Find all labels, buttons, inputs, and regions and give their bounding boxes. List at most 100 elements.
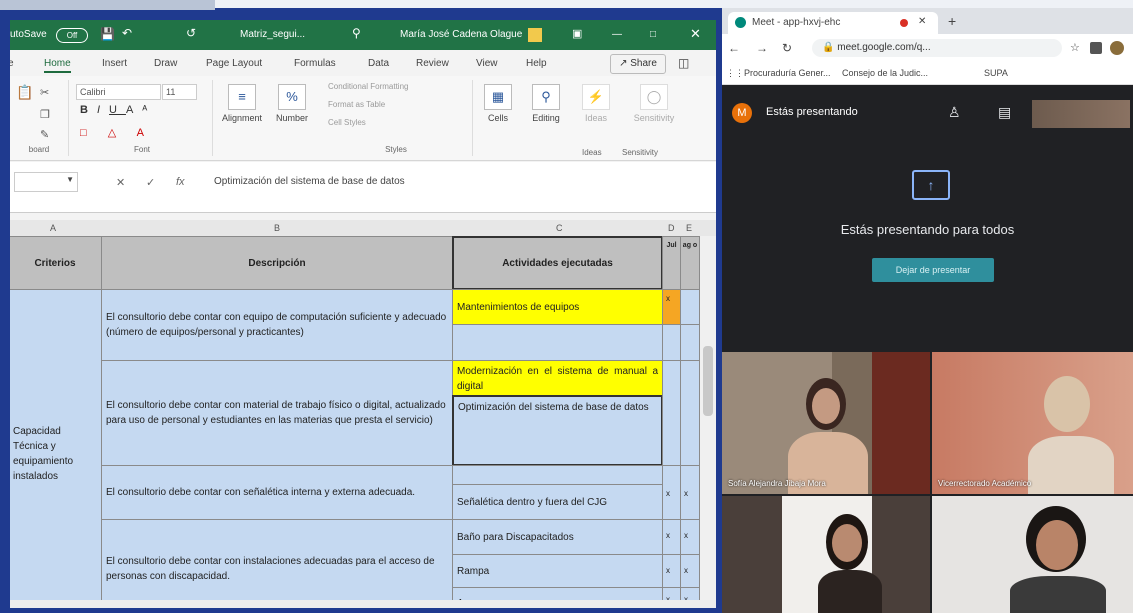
cell-row-1b-jul[interactable] [662, 324, 681, 361]
descripcion-row-2[interactable]: El consultorio debe contar con material … [101, 360, 453, 466]
font-name-select[interactable]: Calibri [76, 84, 161, 100]
reload-icon[interactable]: ↻ [782, 41, 792, 55]
conditional-formatting-button[interactable]: Conditional Formatting [328, 82, 408, 91]
participant-tile-1[interactable]: Sofía Alejandra Jibaja Mora [722, 352, 930, 494]
url-input[interactable]: 🔒 meet.google.com/q... [812, 39, 1062, 57]
format-painter-icon[interactable]: ✎ [40, 128, 49, 141]
actividad-row-4-1[interactable]: Baño para Discapacitados [452, 519, 663, 555]
col-header-d[interactable]: D [668, 223, 675, 233]
font-color-button[interactable]: □ △ A [80, 126, 153, 139]
col-header-c[interactable]: C [556, 223, 563, 233]
format-as-table-button[interactable]: Format as Table [328, 100, 385, 109]
autosave-toggle[interactable]: Off [56, 28, 88, 43]
profile-avatar[interactable] [1110, 41, 1124, 55]
actividad-row-2-1[interactable]: Modernización en el sistema de manual a … [452, 360, 663, 396]
cancel-icon[interactable]: ✕ [116, 176, 125, 189]
mark-row-1-ago[interactable] [680, 289, 700, 325]
descripcion-row-1[interactable]: El consultorio debe contar con equipo de… [101, 289, 453, 361]
mark-row-3-jul[interactable]: x [662, 465, 681, 520]
actividad-row-1-1[interactable]: Mantenimientos de equipos [452, 289, 663, 325]
close-icon[interactable]: ✕ [690, 26, 701, 42]
tab-close-icon[interactable]: ✕ [918, 16, 926, 27]
cell-styles-button[interactable]: Cell Styles [328, 118, 366, 127]
comments-icon[interactable]: ◫ [678, 56, 689, 70]
bookmark-3[interactable]: SUPA [984, 68, 1008, 78]
tab-file[interactable]: e [10, 58, 14, 69]
maximize-icon[interactable]: □ [650, 29, 656, 40]
col-header-a[interactable]: A [50, 223, 56, 233]
bookmark-2[interactable]: Consejo de la Judic... [842, 68, 928, 78]
share-button[interactable]: ↗ Share [610, 54, 666, 74]
mark-row-3-ago[interactable]: x [680, 465, 700, 520]
copy-icon[interactable]: ❐ [40, 108, 50, 121]
scroll-thumb[interactable] [703, 346, 713, 416]
cells-button[interactable]: ▦ Cells [480, 84, 516, 123]
header-jul[interactable]: Jul [662, 236, 681, 290]
col-header-e[interactable]: E [686, 223, 692, 233]
user-avatar[interactable] [528, 28, 542, 42]
star-icon[interactable]: ☆ [1070, 41, 1080, 54]
paste-icon[interactable]: 📋 [16, 84, 33, 101]
font-size-select[interactable]: 11 [162, 84, 197, 100]
chat-icon[interactable]: ▤ [998, 104, 1011, 121]
enter-icon[interactable]: ✓ [146, 176, 155, 189]
tab-help[interactable]: Help [526, 58, 547, 69]
tab-view[interactable]: View [476, 58, 498, 69]
tab-data[interactable]: Data [368, 58, 389, 69]
tab-formulas[interactable]: Formulas [294, 58, 336, 69]
participant-tile-2[interactable]: Vicerrectorado Académico [932, 352, 1133, 494]
actividad-row-2-2[interactable]: Optimización del sistema de base de dato… [452, 395, 663, 466]
browser-tab-meet[interactable]: Meet - app-hxvj-ehc ✕ [728, 12, 938, 34]
mark-row-4-1-ago[interactable]: x [680, 519, 700, 555]
vertical-scrollbar[interactable] [700, 236, 716, 608]
participant-tile-3[interactable] [722, 496, 930, 613]
format-buttons[interactable]: BIUAᴬ [80, 104, 156, 116]
editing-button[interactable]: ⚲ Editing [524, 84, 568, 123]
forward-icon[interactable]: → [756, 41, 768, 55]
participant-tile-4[interactable] [932, 496, 1133, 613]
col-header-b[interactable]: B [274, 223, 280, 233]
mark-row-4-1-jul[interactable]: x [662, 519, 681, 555]
actividad-row-1-empty[interactable] [452, 324, 663, 361]
tab-insert[interactable]: Insert [102, 58, 127, 69]
header-actividades[interactable]: Actividades ejecutadas [452, 236, 663, 290]
cell-row-1b-ago[interactable] [680, 324, 700, 361]
extension-icon[interactable] [1090, 42, 1102, 54]
mark-row-4-2-ago[interactable]: x [680, 554, 700, 588]
bookmark-1[interactable]: Procuraduría Gener... [744, 68, 831, 78]
tab-draw[interactable]: Draw [154, 58, 177, 69]
sensitivity-button[interactable]: ◯ Sensitivity [626, 84, 682, 123]
formula-input[interactable]: Optimización del sistema de base de dato… [214, 176, 405, 187]
ideas-button[interactable]: ⚡ Ideas [580, 84, 612, 123]
mark-row-4-2-jul[interactable]: x [662, 554, 681, 588]
minimize-icon[interactable]: — [612, 29, 622, 40]
apps-icon[interactable]: ⋮⋮ [726, 68, 744, 79]
ribbon-display-icon[interactable]: ▣ [572, 27, 582, 40]
header-ago[interactable]: ag o [680, 236, 700, 290]
search-icon[interactable]: ⚲ [352, 26, 361, 40]
stop-presenting-button[interactable]: Dejar de presentar [872, 258, 994, 282]
people-icon[interactable]: ♙ [948, 104, 961, 121]
self-view-thumbnail[interactable] [1032, 100, 1130, 128]
tab-review[interactable]: Review [416, 58, 449, 69]
fx-icon[interactable]: fx [176, 176, 185, 188]
criterio-cell[interactable]: Capacidad Técnica y equipamiento instala… [10, 289, 102, 608]
header-descripcion[interactable]: Descripción [101, 236, 453, 290]
cut-icon[interactable]: ✂ [40, 86, 49, 99]
tab-home[interactable]: Home [44, 58, 71, 73]
actividad-row-4-2[interactable]: Rampa [452, 554, 663, 588]
cell-row-2-jul[interactable] [662, 360, 681, 466]
name-box[interactable]: ▼ [14, 172, 78, 192]
number-button[interactable]: % Number [270, 84, 314, 123]
header-criterios[interactable]: Criterios [10, 236, 102, 290]
descripcion-row-4[interactable]: El consultorio debe contar con instalaci… [101, 519, 453, 608]
actividad-row-3-empty[interactable] [452, 465, 663, 485]
sheet-tabs-bar[interactable] [10, 600, 716, 608]
alignment-button[interactable]: ≡ Alignment [216, 84, 268, 123]
descripcion-row-3[interactable]: El consultorio debe contar con señalétic… [101, 465, 453, 520]
redo-icon[interactable]: ↺ [186, 26, 196, 40]
tab-page-layout[interactable]: Page Layout [206, 58, 262, 69]
mark-row-1-jul[interactable]: x [662, 289, 681, 325]
actividad-row-3-1[interactable]: Señalética dentro y fuera del CJG [452, 484, 663, 520]
new-tab-icon[interactable]: + [948, 13, 956, 29]
